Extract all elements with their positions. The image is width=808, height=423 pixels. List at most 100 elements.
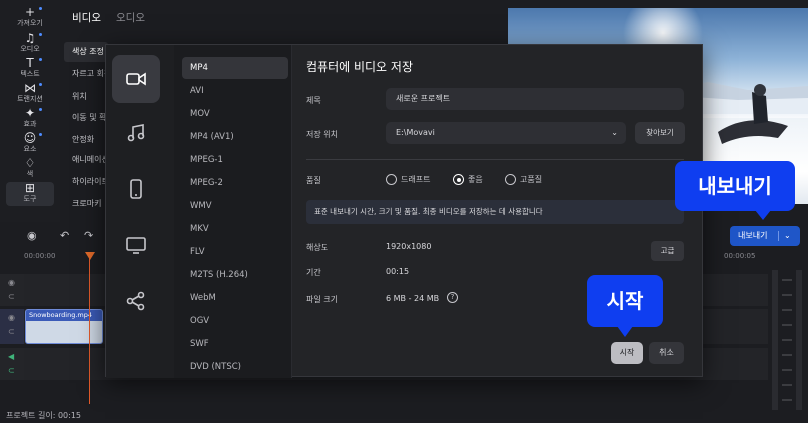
link-icon[interactable]: ⊂ (8, 366, 15, 375)
option-stabilize[interactable]: 안정화 (64, 130, 108, 150)
rail-text[interactable]: T 텍스트 (6, 57, 54, 83)
rail-label: 오디오 (20, 45, 40, 53)
category-tv[interactable] (112, 221, 160, 269)
name-label: 제목 (306, 96, 321, 105)
option-highlight[interactable]: 하이라이트 (64, 172, 108, 192)
rail-effects[interactable]: ✦ 효과 (6, 107, 54, 133)
chevron-down-icon: ⌄ (611, 128, 618, 137)
resolution-value: 1920x1080 (386, 242, 432, 251)
video-clip[interactable]: Snowboarding.mp4 (25, 309, 103, 344)
rail-audio[interactable]: ♫ 오디오 (6, 32, 54, 58)
radio-circle (386, 174, 397, 185)
option-animation[interactable]: 애니메이션 (64, 150, 108, 170)
eye-icon[interactable]: ◉ (8, 278, 15, 287)
track-header-overlay: ◉ ⊂ (0, 274, 24, 306)
option-position[interactable]: 위치 (64, 87, 108, 107)
new-dot (39, 7, 42, 10)
clip-name: Snowboarding.mp4 (29, 311, 93, 319)
quality-draft-radio[interactable]: 드래프트 (386, 174, 430, 185)
radio-label: 고품질 (520, 175, 543, 184)
phone-icon (130, 179, 142, 199)
project-length: 프로젝트 길이: 00:15 (6, 411, 81, 420)
help-icon[interactable]: ? (447, 292, 458, 303)
link-icon[interactable]: ⊂ (8, 327, 15, 336)
new-dot (39, 83, 42, 86)
format-item[interactable]: FLV (182, 241, 288, 263)
quality-high-radio[interactable]: 고품질 (505, 174, 542, 185)
option-color-adjust[interactable]: 색상 조정 (64, 42, 108, 62)
format-item[interactable]: DVD (NTSC) (182, 356, 288, 378)
video-camera-icon (126, 72, 146, 86)
music-note-icon: ♫ (24, 31, 36, 45)
format-item[interactable]: WebM (182, 287, 288, 309)
ruler-tick-label: 00:00:05 (724, 252, 756, 260)
undo-icon[interactable]: ↶ (60, 229, 69, 242)
format-item[interactable]: MKV (182, 218, 288, 240)
eye-icon[interactable]: ◉ (8, 313, 15, 322)
filesize-label: 파일 크기 (306, 295, 338, 304)
section-divider (306, 159, 684, 160)
rail-label: 텍스트 (20, 70, 40, 78)
filesize-value: 6 MB - 24 MB (386, 294, 440, 303)
new-dot (39, 33, 42, 36)
browse-button[interactable]: 찾아보기 (635, 122, 685, 144)
callout-export: 내보내기 (675, 161, 795, 220)
category-device[interactable] (112, 165, 160, 213)
cancel-button[interactable]: 취소 (649, 342, 684, 364)
rail-label: 효과 (23, 120, 37, 128)
preview-snowboarder (718, 84, 788, 144)
format-item[interactable]: MP4 (AV1) (182, 126, 288, 148)
path-label: 저장 위치 (306, 130, 338, 139)
plus-icon: + (24, 5, 36, 19)
format-item[interactable]: OGV (182, 310, 288, 332)
rail-elements[interactable]: ☺ 요소 (6, 132, 54, 158)
transition-icon: ⋈ (24, 81, 36, 95)
radio-circle (453, 174, 464, 185)
save-location-select[interactable]: E:\Movavi ⌄ (386, 122, 626, 144)
format-item[interactable]: MP4 (182, 57, 288, 79)
advanced-button[interactable]: 고급 (651, 241, 684, 261)
record-icon[interactable]: ◉ (27, 229, 37, 242)
category-share[interactable] (112, 277, 160, 325)
option-pan-zoom[interactable]: 이동 및 확대 (64, 108, 108, 128)
tab-video[interactable]: 비디오 (72, 10, 101, 25)
name-input[interactable]: 새로운 프로젝트 (386, 88, 684, 110)
format-list: MP4 AVI MOV MP4 (AV1) MPEG-1 MPEG-2 WMV … (174, 45, 292, 378)
track-header-audio: ◀ ⊂ (0, 348, 24, 380)
new-dot (39, 108, 42, 111)
rail-color[interactable]: ♢ 색 (6, 157, 54, 183)
speaker-icon[interactable]: ◀ (8, 352, 14, 361)
option-crop-rotate[interactable]: 자르고 회전 (64, 64, 108, 84)
playhead-handle[interactable] (85, 252, 95, 260)
format-item[interactable]: MOV (182, 103, 288, 125)
format-item[interactable]: AVI (182, 80, 288, 102)
save-location-value: E:\Movavi (396, 128, 435, 137)
category-video[interactable] (112, 55, 160, 103)
format-item[interactable]: WMV (182, 195, 288, 217)
quality-good-radio[interactable]: 좋음 (453, 174, 483, 185)
format-item[interactable]: MPEG-1 (182, 149, 288, 171)
option-chroma-key[interactable]: 크로마키 (64, 194, 108, 214)
duration-label: 기간 (306, 268, 321, 277)
quality-label: 품질 (306, 176, 321, 185)
redo-icon[interactable]: ↷ (84, 229, 93, 242)
share-icon (126, 291, 145, 311)
radio-label: 좋음 (468, 175, 483, 184)
new-dot (39, 58, 42, 61)
audio-level-meters (772, 270, 802, 410)
category-audio[interactable] (112, 109, 160, 157)
rail-transition[interactable]: ⋈ 트랜지션 (6, 82, 54, 108)
rail-label: 요소 (23, 145, 37, 153)
resolution-label: 해상도 (306, 243, 329, 252)
format-item[interactable]: M2TS (H.264) (182, 264, 288, 286)
rail-import[interactable]: + 가져오기 (6, 6, 54, 32)
tab-audio[interactable]: 오디오 (116, 10, 145, 25)
ruler-tick-label: 00:00:00 (24, 252, 56, 260)
callout-start: 시작 (587, 275, 663, 337)
rail-label: 가져오기 (17, 19, 43, 27)
link-icon[interactable]: ⊂ (8, 292, 15, 301)
format-item[interactable]: MPEG-2 (182, 172, 288, 194)
start-button[interactable]: 시작 (611, 342, 643, 364)
rail-tools[interactable]: ⊞ 도구 (6, 182, 54, 206)
format-item[interactable]: SWF (182, 333, 288, 355)
